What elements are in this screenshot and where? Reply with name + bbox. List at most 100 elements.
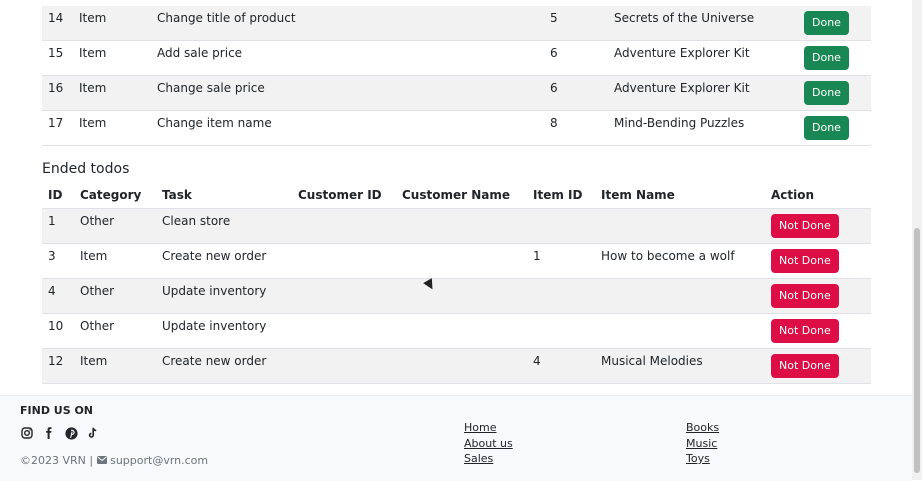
scrollbar-thumb[interactable] <box>914 228 920 473</box>
cell-id-text: 4 <box>48 284 56 298</box>
cell-id-text: 14 <box>48 11 64 25</box>
cell-item-id <box>527 278 595 314</box>
cell-category-text: Item <box>79 116 107 130</box>
cell-item-id-text: 1 <box>533 249 541 263</box>
cell-id-text: 1 <box>48 214 56 228</box>
cell-item-id: 8 <box>544 110 608 146</box>
table-row: 10 Other Update inventory Not Done <box>42 313 871 349</box>
cell-id: 16 <box>42 75 73 111</box>
cell-category-text: Other <box>80 214 115 228</box>
not-done-button[interactable]: Not Done <box>771 354 839 378</box>
active-todos-section: 14 Item Change title of product 5 Secrets of… <box>42 6 871 146</box>
column-header: Customer Name <box>396 182 527 209</box>
cell-action: Done <box>798 75 871 111</box>
ended-todos-table: ID Category Task Customer ID Customer Name It… <box>42 182 871 384</box>
cell-task: Change title of product <box>151 6 544 41</box>
cell-id: 17 <box>42 110 73 146</box>
done-button[interactable]: Done <box>804 11 849 35</box>
cell-task-text: Clean store <box>162 214 231 228</box>
instagram-icon[interactable] <box>20 426 34 440</box>
cell-customer-id <box>292 243 396 279</box>
cell-item-id-text: 6 <box>550 81 558 95</box>
done-button[interactable]: Done <box>804 46 849 70</box>
cell-item-id-text: 6 <box>550 46 558 60</box>
cell-category-text: Other <box>80 319 115 333</box>
cell-action: Done <box>798 40 871 76</box>
cell-item-id: 6 <box>544 40 608 76</box>
table-row: 12 Item Create new order 4 Musical Melodies N… <box>42 348 871 384</box>
cell-category-text: Item <box>79 11 107 25</box>
cell-id: 12 <box>42 348 74 384</box>
cell-id: 4 <box>42 278 74 314</box>
cell-category: Other <box>74 208 156 244</box>
cell-id-text: 17 <box>48 116 64 130</box>
table-row: 15 Item Add sale price 6 Adventure Explorer … <box>42 40 871 76</box>
tiktok-icon[interactable] <box>86 426 100 440</box>
cell-item-name-text: How to become a wolf <box>601 249 735 263</box>
cell-task-text: Update inventory <box>162 284 267 298</box>
copyright-text: ©2023 VRN | <box>20 454 94 467</box>
done-button[interactable]: Done <box>804 116 849 140</box>
table-row: 14 Item Change title of product 5 Secrets of… <box>42 6 871 41</box>
page-scrollbar[interactable] <box>912 0 922 480</box>
cell-item-id <box>527 208 595 244</box>
cell-customer-name <box>396 278 527 314</box>
footer-link[interactable]: About us <box>464 436 513 452</box>
cell-item-id: 5 <box>544 6 608 41</box>
cell-task: Update inventory <box>156 278 292 314</box>
cell-category-text: Other <box>80 284 115 298</box>
cell-item-id: 1 <box>527 243 595 279</box>
cell-item-name-text: Adventure Explorer Kit <box>614 46 750 60</box>
cell-action: Done <box>798 6 871 41</box>
footer-links-col2: Books Music Toys <box>686 420 719 467</box>
support-email-link[interactable]: support@vrn.com <box>110 454 208 467</box>
cell-id: 10 <box>42 313 74 349</box>
pinterest-icon[interactable] <box>64 426 78 440</box>
table-row: 16 Item Change sale price 6 Adventure Explor… <box>42 75 871 111</box>
cell-id-text: 12 <box>48 354 64 368</box>
find-us-heading: FIND US ON <box>20 404 94 417</box>
not-done-button[interactable]: Not Done <box>771 214 839 238</box>
cell-category: Item <box>74 348 156 384</box>
done-button[interactable]: Done <box>804 81 849 105</box>
cell-category: Item <box>73 75 151 111</box>
cell-item-name: Secrets of the Universe <box>608 6 798 41</box>
not-done-button[interactable]: Not Done <box>771 319 839 343</box>
copyright: ©2023 VRN | support@vrn.com <box>20 454 208 467</box>
cell-task: Create new order <box>156 243 292 279</box>
cell-action: Done <box>798 110 871 146</box>
cell-id: 15 <box>42 40 73 76</box>
column-header: Action <box>765 182 871 209</box>
cell-action: Not Done <box>765 348 871 384</box>
footer-link[interactable]: Toys <box>686 451 719 467</box>
column-header: Task <box>156 182 292 209</box>
column-header: Customer ID <box>292 182 396 209</box>
cell-item-id: 4 <box>527 348 595 384</box>
cell-item-name: Musical Melodies <box>595 348 765 384</box>
cell-id: 14 <box>42 6 73 41</box>
cell-action: Not Done <box>765 208 871 244</box>
footer-link[interactable]: Home <box>464 420 513 436</box>
footer-link[interactable]: Sales <box>464 451 513 467</box>
cell-action: Not Done <box>765 278 871 314</box>
cell-action: Not Done <box>765 313 871 349</box>
cell-category: Item <box>73 6 151 41</box>
table-header-row: ID Category Task Customer ID Customer Name It… <box>42 182 871 209</box>
cell-task-text: Update inventory <box>162 319 267 333</box>
table-row: 17 Item Change item name 8 Mind-Bending Puzz… <box>42 110 871 146</box>
not-done-button[interactable]: Not Done <box>771 249 839 273</box>
ended-todos-title: Ended todos <box>42 161 130 177</box>
footer-link[interactable]: Music <box>686 436 719 452</box>
cell-customer-id <box>292 278 396 314</box>
cell-customer-id <box>292 313 396 349</box>
column-header: Item Name <box>595 182 765 209</box>
cell-task-text: Change item name <box>157 116 272 130</box>
facebook-icon[interactable] <box>42 426 56 440</box>
cell-task: Update inventory <box>156 313 292 349</box>
cell-item-id-text: 4 <box>533 354 541 368</box>
table-row: 4 Other Update inventory Not Done <box>42 278 871 314</box>
not-done-button[interactable]: Not Done <box>771 284 839 308</box>
cell-item-name <box>595 208 765 244</box>
cell-item-name: Adventure Explorer Kit <box>608 40 798 76</box>
footer-link[interactable]: Books <box>686 420 719 436</box>
